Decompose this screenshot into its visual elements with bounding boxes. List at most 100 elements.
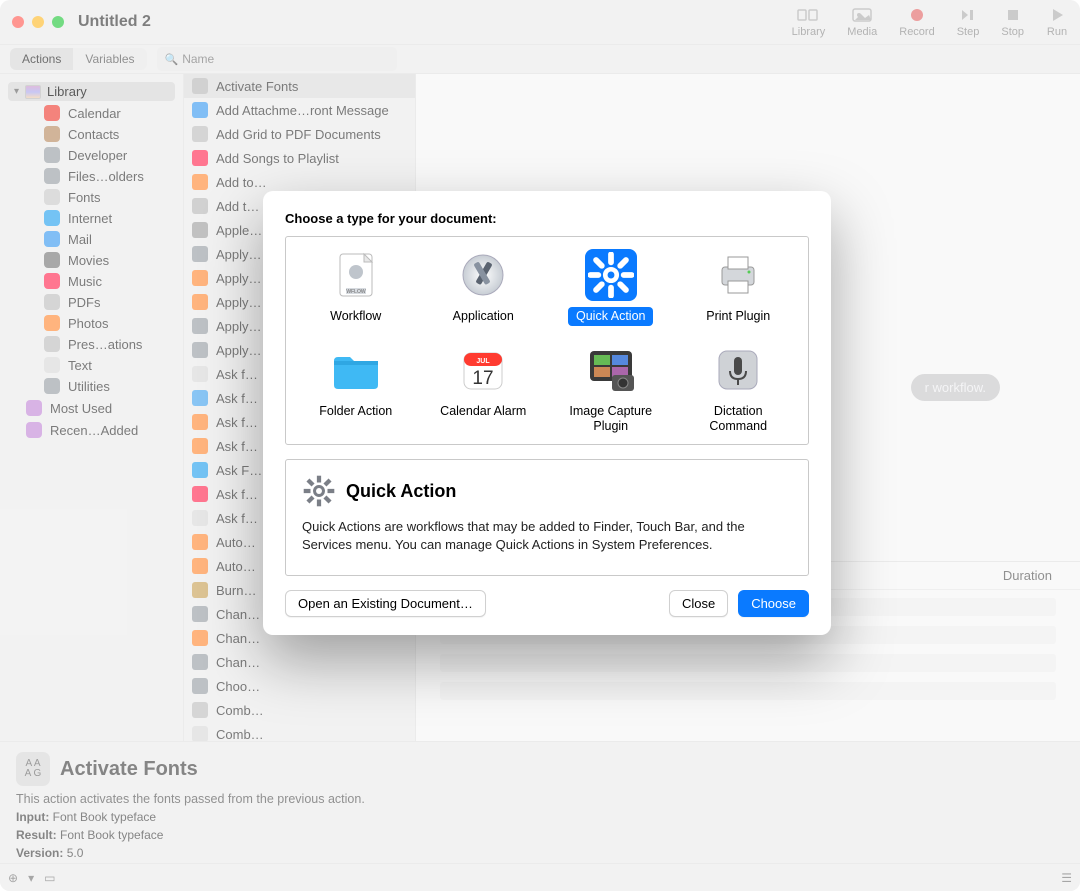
- details-result: Result: Font Book typeface: [16, 828, 1064, 842]
- library-root[interactable]: ▾ Library: [8, 82, 175, 101]
- zoom-window-button[interactable]: [52, 16, 64, 28]
- open-existing-button[interactable]: Open an Existing Document…: [285, 590, 486, 617]
- sidebar-item-calendar[interactable]: Calendar: [8, 103, 175, 123]
- action-label: Apply…: [216, 271, 262, 286]
- action-label: Comb…: [216, 727, 264, 742]
- sidebar-category[interactable]: Most Used: [8, 398, 175, 418]
- type-option-label: Quick Action: [568, 307, 653, 326]
- duration-col-label: Duration: [1003, 568, 1052, 583]
- action-row[interactable]: Add Songs to Playlist: [184, 146, 415, 170]
- step-icon: [957, 6, 979, 24]
- action-row[interactable]: Add Grid to PDF Documents: [184, 122, 415, 146]
- sidebar-item-folder[interactable]: Files…olders: [8, 166, 175, 186]
- action-row[interactable]: Activate Fonts: [184, 74, 415, 98]
- action-label: Add to…: [216, 175, 267, 190]
- sidebar-item-fonts[interactable]: Fonts: [8, 187, 175, 207]
- sidebar-item-text[interactable]: Text: [8, 355, 175, 375]
- action-row[interactable]: Comb…: [184, 722, 415, 741]
- svg-text:WFLOW: WFLOW: [346, 289, 365, 295]
- type-option-workflow[interactable]: WFLOWWorkflow: [294, 249, 418, 326]
- close-button[interactable]: Close: [669, 590, 728, 617]
- media-toolbar-button[interactable]: Media: [847, 6, 877, 38]
- sidebar-item-pdf[interactable]: PDFs: [8, 292, 175, 312]
- disclosure-triangle-icon[interactable]: ▾: [14, 86, 19, 97]
- type-option-label: Calendar Alarm: [432, 402, 534, 421]
- type-option-dictation[interactable]: Dictation Command: [677, 344, 801, 436]
- folder-icon: [26, 400, 42, 416]
- stop-icon: [1002, 6, 1024, 24]
- music-icon: [44, 273, 60, 289]
- sidebar-category[interactable]: Recen…Added: [8, 420, 175, 440]
- type-option-quick-action[interactable]: Quick Action: [549, 249, 673, 326]
- action-icon: [192, 414, 208, 430]
- calendar-icon: [44, 105, 60, 121]
- dialog-heading: Choose a type for your document:: [285, 211, 809, 226]
- type-option-calendar[interactable]: JUL17Calendar Alarm: [422, 344, 546, 436]
- minimize-window-button[interactable]: [32, 16, 44, 28]
- type-option-print[interactable]: Print Plugin: [677, 249, 801, 326]
- window-controls: [12, 16, 64, 28]
- type-option-application[interactable]: Application: [422, 249, 546, 326]
- dialog-buttons: Open an Existing Document… Close Choose: [285, 590, 809, 617]
- action-icon: [192, 534, 208, 550]
- close-window-button[interactable]: [12, 16, 24, 28]
- log-toggle-icon[interactable]: ☰: [1061, 871, 1072, 885]
- type-option-folder[interactable]: Folder Action: [294, 344, 418, 436]
- action-icon: [192, 510, 208, 526]
- disclosure-icon[interactable]: ▾: [28, 871, 34, 885]
- run-icon: [1046, 6, 1068, 24]
- settings-icon[interactable]: ⊕: [8, 871, 18, 885]
- action-icon: [192, 462, 208, 478]
- action-label: Apply…: [216, 247, 262, 262]
- quick-action-icon: [585, 249, 637, 301]
- tab-actions[interactable]: Actions: [10, 48, 73, 70]
- run-toolbar-button[interactable]: Run: [1046, 6, 1068, 38]
- action-row[interactable]: Comb…: [184, 698, 415, 722]
- action-icon: [192, 102, 208, 118]
- action-label: Chan…: [216, 655, 260, 670]
- choose-button[interactable]: Choose: [738, 590, 809, 617]
- sidebar-item-presentations[interactable]: Pres…ations: [8, 334, 175, 354]
- sidebar-item-movies[interactable]: Movies: [8, 250, 175, 270]
- action-row[interactable]: Add Attachme…ront Message: [184, 98, 415, 122]
- sidebar-item-utilities[interactable]: Utilities: [8, 376, 175, 396]
- action-icon: [192, 726, 208, 741]
- action-icon: [192, 222, 208, 238]
- pdf-icon: [44, 294, 60, 310]
- action-label: Ask f…: [216, 391, 258, 406]
- step-toolbar-button[interactable]: Step: [957, 6, 980, 38]
- action-label: Add Attachme…ront Message: [216, 103, 389, 118]
- sidebar-item-label: Photos: [68, 316, 108, 331]
- search-input[interactable]: [182, 52, 388, 66]
- svg-text:JUL: JUL: [477, 358, 491, 365]
- type-option-label: Print Plugin: [698, 307, 778, 326]
- sidebar-item-label: Movies: [68, 253, 109, 268]
- stop-toolbar-button[interactable]: Stop: [1001, 6, 1024, 38]
- action-row[interactable]: Choo…: [184, 674, 415, 698]
- type-option-label: Application: [445, 307, 522, 326]
- sidebar-item-photos[interactable]: Photos: [8, 313, 175, 333]
- search-field[interactable]: [157, 47, 397, 71]
- window-title: Untitled 2: [78, 13, 151, 31]
- sidebar-item-label: Pres…ations: [68, 337, 142, 352]
- sidebar-item-internet[interactable]: Internet: [8, 208, 175, 228]
- sidebar-item-developer[interactable]: Developer: [8, 145, 175, 165]
- action-label: Auto…: [216, 535, 256, 550]
- text-icon: [44, 357, 60, 373]
- footer-bar: ⊕ ▾ ▭ ☰: [0, 863, 1080, 891]
- action-label: Add Songs to Playlist: [216, 151, 339, 166]
- footer-box-icon[interactable]: ▭: [44, 871, 55, 885]
- library-toolbar-button[interactable]: Library: [792, 6, 826, 38]
- sidebar-item-mail[interactable]: Mail: [8, 229, 175, 249]
- action-row[interactable]: Chan…: [184, 650, 415, 674]
- sidebar-item-music[interactable]: Music: [8, 271, 175, 291]
- subtoolbar: Actions Variables: [0, 44, 1080, 74]
- type-option-image-capture[interactable]: Image Capture Plugin: [549, 344, 673, 436]
- sidebar-item-contacts[interactable]: Contacts: [8, 124, 175, 144]
- tab-variables[interactable]: Variables: [73, 48, 146, 70]
- action-label: Comb…: [216, 703, 264, 718]
- details-title: Activate Fonts: [60, 758, 198, 781]
- sidebar-item-label: Fonts: [68, 190, 101, 205]
- fonts-icon: [44, 189, 60, 205]
- record-toolbar-button[interactable]: Record: [899, 6, 934, 38]
